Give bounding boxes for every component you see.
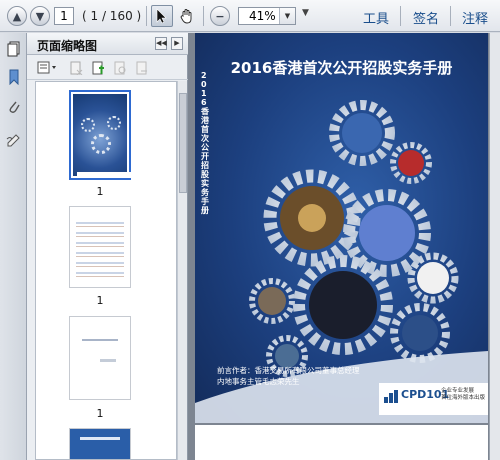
panel-header: 页面缩略图 ◀◀ ▶	[27, 33, 188, 55]
thumbnail-cover-image	[73, 94, 131, 178]
thumbnail-page-label: 1	[96, 294, 104, 307]
attachment-icon	[9, 101, 20, 113]
attachments-button[interactable]	[4, 97, 23, 116]
document-viewer[interactable]: 2016香港首次公开招股实务手册 2016香港首次公开招股实务手册 前言作者：香…	[188, 33, 500, 460]
signatures-button[interactable]	[4, 129, 23, 148]
cover-authors: 前言作者：香港交易所有限公司董事总经理 内地事务主管毛志荣先生	[217, 365, 360, 387]
authors-line-1: 前言作者：香港交易所有限公司董事总经理	[217, 366, 360, 375]
bookmark-icon	[9, 69, 18, 85]
panel-toolbar	[27, 56, 188, 80]
hand-icon	[180, 9, 192, 24]
document-scrollbar[interactable]	[489, 33, 500, 460]
undo-button[interactable]	[113, 61, 127, 75]
panel-title: 页面缩略图	[37, 39, 98, 53]
insert-page-button[interactable]	[91, 61, 105, 75]
cover-page: 2016香港首次公开招股实务手册 2016香港首次公开招股实务手册 前言作者：香…	[195, 33, 488, 423]
zoom-out-button[interactable]: −	[210, 6, 230, 26]
publisher-logo-icon	[384, 390, 398, 403]
previous-page-button[interactable]: ▲	[7, 6, 27, 26]
page-count: ( 1 / 160 )	[82, 9, 142, 23]
page-thumbnails-button[interactable]	[4, 39, 23, 58]
delete-icon	[70, 61, 83, 76]
zoom-select[interactable]: 41% ▼	[238, 7, 296, 25]
next-page-preview	[195, 425, 488, 460]
chevron-down-icon[interactable]: ▼	[279, 8, 295, 24]
publisher-tagline: 企业专业发展 首位海外版本出版	[441, 388, 485, 402]
select-tool-button[interactable]	[151, 5, 173, 27]
zoom-value: 41%	[249, 9, 276, 23]
redo-button[interactable]	[135, 61, 149, 75]
publisher-tagline-1: 企业专业发展	[441, 388, 475, 394]
tools-link[interactable]: 工具	[363, 8, 389, 27]
thumbnail-item[interactable]	[69, 206, 131, 288]
authors-line-2: 内地事务主管毛志荣先生	[217, 377, 300, 386]
download-icon: ▼	[35, 9, 45, 23]
toolbar-divider	[146, 6, 147, 26]
navigation-rail	[0, 33, 27, 460]
thumbnail-text-line	[82, 339, 118, 341]
expand-panel-button[interactable]: ▶	[171, 37, 183, 50]
thumbnail-item[interactable]	[69, 428, 131, 459]
toolbar-divider	[203, 6, 204, 26]
signature-icon	[6, 133, 20, 146]
thumbnail-item[interactable]	[69, 90, 131, 180]
publisher-tagline-2: 首位海外版本出版	[441, 395, 486, 401]
thumbnail-page-label: 1	[96, 185, 104, 198]
toolbar-divider	[400, 6, 401, 26]
bookmarks-button[interactable]	[4, 67, 23, 86]
thumbnail-item[interactable]	[69, 316, 131, 400]
more-tools-chevron-icon[interactable]: ▼	[302, 8, 309, 18]
thumbnail-scrollbar[interactable]	[177, 81, 187, 460]
hand-tool-button[interactable]	[176, 5, 198, 27]
publisher-badge: CPD101 企业专业发展 首位海外版本出版	[379, 383, 488, 415]
select-cursor-icon	[156, 8, 167, 24]
insert-icon	[92, 61, 104, 75]
sign-link[interactable]: 签名	[413, 8, 439, 27]
thumbnail-list: 1 1 1	[35, 81, 177, 460]
delete-page-button[interactable]	[69, 61, 83, 76]
next-page-button[interactable]: ▼	[30, 6, 50, 26]
page-number-input[interactable]: 1	[54, 7, 74, 25]
comment-link[interactable]: 注释	[462, 8, 488, 27]
toolbar-divider	[450, 6, 451, 26]
options-menu-button[interactable]	[37, 61, 59, 75]
page-thumbnails-icon	[7, 41, 19, 56]
options-icon	[37, 61, 56, 74]
thumbnail-text-line	[100, 359, 116, 362]
zoom-out-icon: −	[215, 9, 225, 23]
thumbnail-logos-image	[76, 217, 124, 281]
scrollbar-thumb[interactable]	[179, 93, 187, 193]
upload-icon: ▲	[12, 9, 22, 23]
main-toolbar: ▲ ▼ 1 ( 1 / 160 ) − 41% ▼ ▼ 工具 签名 注释	[0, 0, 500, 32]
redo-icon	[136, 61, 147, 75]
thumbnail-page-label: 1	[96, 407, 104, 420]
collapse-panel-button[interactable]: ◀◀	[155, 37, 167, 50]
undo-icon	[114, 61, 126, 75]
thumbnails-panel: 页面缩略图 ◀◀ ▶ 1 1 1	[27, 33, 188, 460]
